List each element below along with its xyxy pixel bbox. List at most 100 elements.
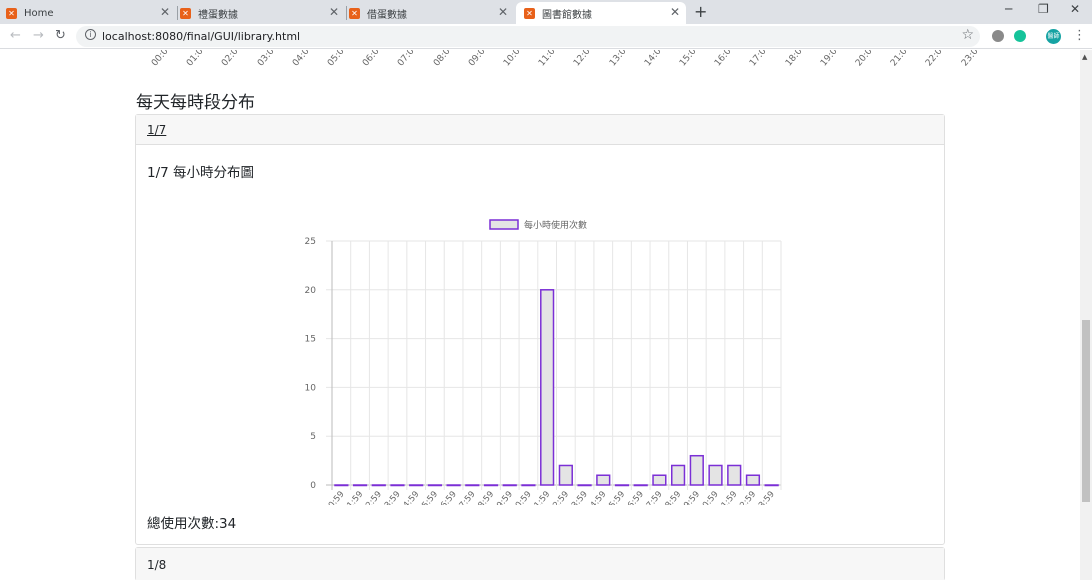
bar: [764, 484, 779, 487]
bar: [689, 454, 704, 486]
bar: [502, 484, 517, 487]
chart-title: 1/7 每小時分布圖: [147, 165, 255, 181]
y-tick-label: 0: [310, 481, 316, 491]
axis-tick-label: 09:0: [466, 50, 488, 69]
bar: [465, 484, 480, 487]
new-tab-icon[interactable]: +: [694, 2, 707, 21]
xampp-favicon-icon: ✕: [524, 7, 535, 19]
bar: [614, 484, 630, 487]
axis-tick-label: 18:0: [783, 50, 805, 69]
bar: [334, 484, 349, 487]
bar: [670, 464, 686, 486]
bar: [483, 484, 499, 487]
bar: [577, 484, 592, 487]
tab-borrow-data[interactable]: ✕ 借蛋數據 ✕: [349, 2, 514, 24]
restore-icon[interactable]: ❐: [1038, 2, 1049, 16]
axis-tick-label: 03:0: [255, 50, 277, 69]
bar: [652, 474, 667, 486]
axis-tick-label: 21:0: [889, 50, 910, 69]
tab-divider: [346, 6, 347, 20]
axis-tick-label: 17:0: [748, 50, 770, 69]
close-tab-icon[interactable]: ✕: [160, 5, 170, 19]
browser-toolbar: ← → ↻ i localhost:8080/final/GUI/library…: [0, 24, 1092, 49]
bar: [409, 484, 424, 487]
bar: [521, 484, 536, 487]
bar: [446, 484, 461, 487]
bar: [540, 289, 555, 486]
tab-label: 圖書館數據: [542, 9, 592, 21]
tab-strip: ✕ Home ✕ ✕ 禮蛋數據 ✕ ✕ 借蛋數據 ✕ ✕ 圖書館數據 ✕ + ─…: [0, 0, 1092, 24]
page-viewport: 00:0 01:0 02:0 03:0 04:0 05:0 06:0 07:0 08:0 09:0…: [0, 50, 1080, 580]
bar: [633, 484, 648, 487]
bar: [427, 484, 443, 487]
tab-library-data[interactable]: ✕ 圖書館數據 ✕: [516, 2, 686, 24]
vertical-scrollbar[interactable]: ▲: [1080, 50, 1092, 580]
bar: [390, 484, 405, 487]
bar: [745, 474, 761, 486]
tab-label: Home: [24, 7, 54, 19]
bar: [352, 484, 368, 487]
xampp-favicon-icon: ✕: [6, 7, 17, 19]
bar: [371, 484, 386, 487]
section-title: 每天每時段分布: [136, 93, 255, 113]
url-text[interactable]: localhost:8080/final/GUI/library.html: [102, 30, 300, 43]
axis-tick-label: 12:0: [572, 50, 594, 69]
address-bar[interactable]: i localhost:8080/final/GUI/library.html …: [76, 26, 980, 47]
day-card-header[interactable]: 1/8: [136, 548, 944, 580]
day-card-1-7: 1/7 1/7 每小時分布圖 每小時使用次數 0 5 10 15 20 25 00:00~00…: [135, 114, 945, 545]
axis-tick-label: 01:0: [185, 50, 206, 69]
axis-tick-label: 08:0: [431, 50, 453, 69]
axis-tick-label: 23:0: [959, 50, 981, 69]
bar: [558, 464, 573, 486]
y-tick-label: 20: [305, 286, 317, 296]
previous-chart-axis-labels: 00:0 01:0 02:0 03:0 04:0 05:0 06:0 07:0 08:0 09:0…: [130, 50, 981, 69]
axis-tick-label: 14:0: [642, 50, 664, 69]
menu-kebab-icon[interactable]: ⋮: [1073, 28, 1086, 43]
day-card-header[interactable]: 1/7: [136, 115, 944, 145]
back-icon[interactable]: ←: [10, 28, 21, 43]
axis-tick-label: 04:0: [290, 50, 312, 69]
close-tab-icon[interactable]: ✕: [670, 5, 680, 19]
axis-tick-label: 10:0: [502, 50, 523, 69]
legend-swatch: [489, 219, 519, 230]
tab-home[interactable]: ✕ Home ✕: [6, 2, 176, 24]
hourly-bar-chart: 每小時使用次數051015202500:00~00:5901:00~01:590…: [303, 219, 782, 505]
reload-icon[interactable]: ↻: [55, 28, 66, 43]
tab-ticket-data[interactable]: ✕ 禮蛋數據 ✕: [180, 2, 345, 24]
close-tab-icon[interactable]: ✕: [498, 5, 508, 19]
axis-tick-label: 06:0: [361, 50, 382, 69]
tab-label: 禮蛋數據: [198, 9, 238, 21]
axis-tick-label: 11:0: [537, 50, 558, 69]
xampp-favicon-icon: ✕: [180, 7, 191, 19]
bar: [727, 464, 742, 486]
axis-tick-label: 02:0: [220, 50, 242, 69]
grammarly-extension-icon[interactable]: [1014, 30, 1026, 42]
total-usage-count: 總使用次數:34: [147, 516, 237, 532]
axis-tick-label: 15:0: [678, 50, 699, 69]
scrollbar-thumb[interactable]: [1082, 320, 1090, 502]
y-tick-label: 15: [305, 335, 316, 345]
extension-icon[interactable]: [992, 30, 1004, 42]
forward-icon[interactable]: →: [33, 28, 44, 43]
profile-avatar[interactable]: 醫師: [1046, 29, 1061, 44]
minimize-icon[interactable]: ─: [1005, 2, 1012, 16]
scroll-up-arrow-icon[interactable]: ▲: [1082, 53, 1087, 61]
close-tab-icon[interactable]: ✕: [329, 5, 339, 19]
day-card-1-8: 1/8: [135, 547, 945, 580]
bar: [596, 474, 611, 486]
y-tick-label: 25: [305, 237, 316, 247]
legend-label: 每小時使用次數: [524, 219, 587, 231]
tab-label: 借蛋數據: [367, 9, 407, 21]
axis-tick-label: 07:0: [396, 50, 418, 69]
axis-tick-label: 13:0: [607, 50, 629, 69]
close-window-icon[interactable]: ✕: [1070, 2, 1080, 16]
xampp-favicon-icon: ✕: [349, 7, 360, 19]
y-tick-label: 5: [310, 432, 316, 442]
info-icon[interactable]: i: [85, 29, 96, 40]
bookmark-star-icon[interactable]: ☆: [961, 27, 974, 43]
y-tick-label: 10: [305, 383, 317, 393]
axis-tick-label: 19:0: [818, 50, 840, 69]
axis-tick-label: 05:0: [326, 50, 347, 69]
x-tick-label: 00:00~00:59: [303, 490, 347, 505]
axis-tick-label: 22:0: [924, 50, 946, 69]
